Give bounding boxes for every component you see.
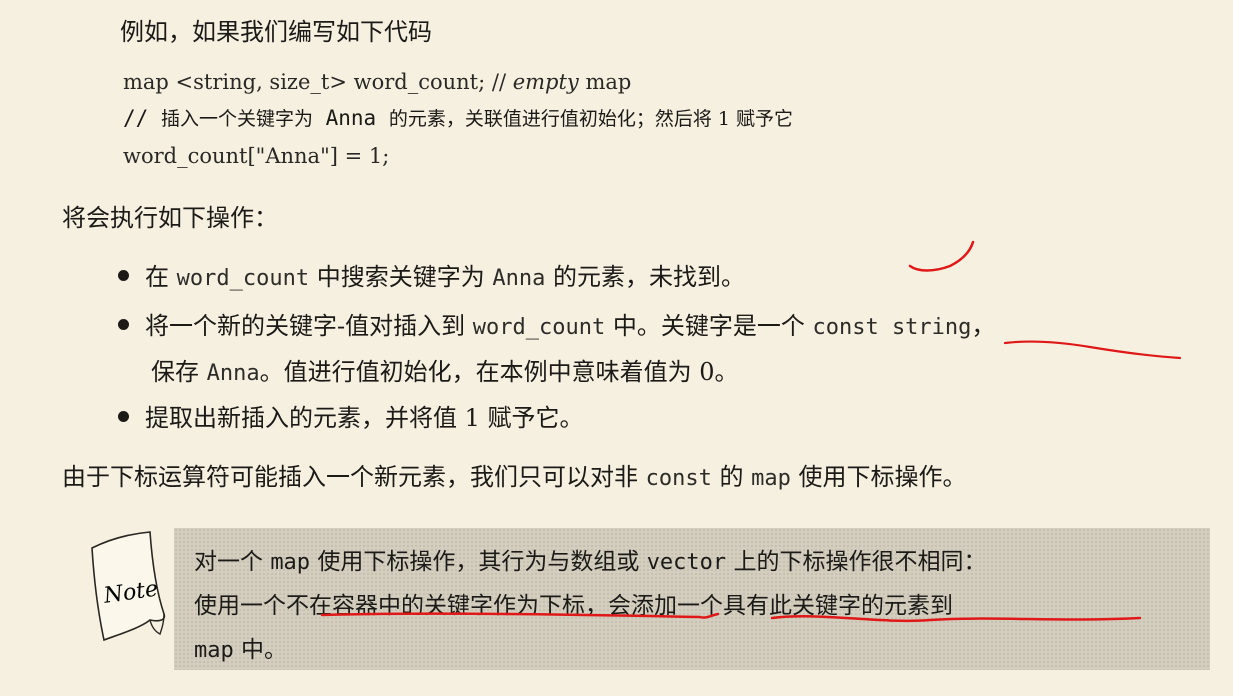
annotation-underline-const-string (1003, 340, 1182, 360)
annotation-underline-note-1 (320, 612, 720, 619)
annotation-layer (320, 240, 1182, 623)
annotation-underline-note-2 (770, 615, 1142, 623)
annotation-checkmark (908, 240, 975, 272)
